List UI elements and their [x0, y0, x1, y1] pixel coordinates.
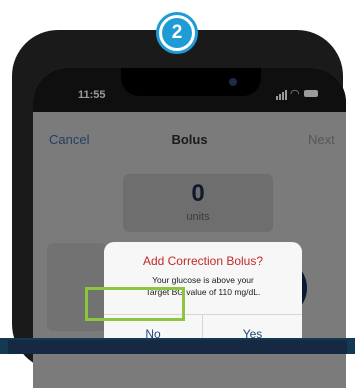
bottom-band-inner	[8, 340, 347, 354]
step-number-badge: 2	[156, 12, 198, 54]
dialog-message-line: Your glucose is above your	[152, 275, 254, 285]
nav-bar: Cancel Bolus Next	[33, 112, 346, 162]
wifi-icon: ◠	[290, 88, 300, 100]
step-number: 2	[162, 18, 192, 48]
units-value: 0	[191, 180, 205, 207]
battery-icon	[304, 90, 318, 97]
status-bar: 11:55 ◠	[33, 68, 346, 112]
no-button-highlight	[85, 287, 185, 321]
status-icons: ◠	[276, 88, 336, 100]
signal-bar-icon	[282, 92, 284, 100]
signal-bar-icon	[279, 94, 281, 100]
camera-icon	[229, 78, 237, 86]
signal-bar-icon	[285, 90, 287, 100]
dialog-title: Add Correction Bolus?	[142, 254, 264, 268]
next-button[interactable]: Next	[308, 132, 335, 147]
units-label: units	[186, 211, 210, 223]
signal-bar-icon	[276, 96, 278, 100]
notch	[121, 68, 261, 96]
page-title: Bolus	[171, 132, 208, 147]
units-display: 0 units	[123, 174, 273, 232]
status-time: 11:55	[78, 89, 106, 101]
